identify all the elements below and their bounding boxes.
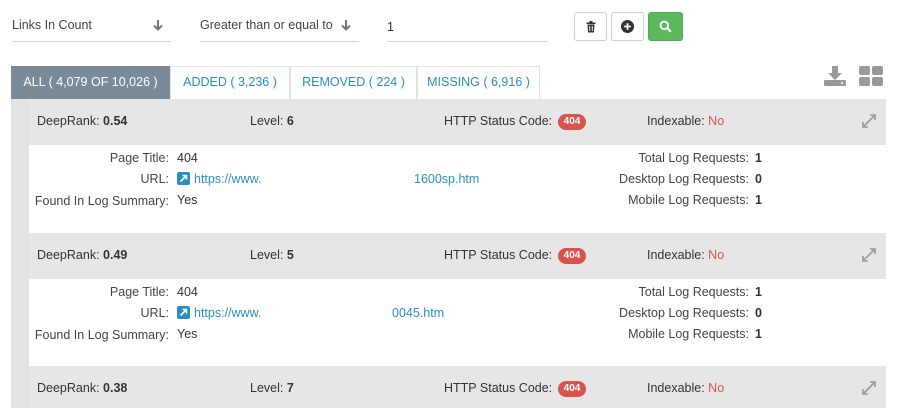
level-field: Level: 5: [250, 248, 294, 262]
tab-added[interactable]: ADDED ( 3,236 ): [170, 66, 290, 99]
external-link-icon[interactable]: [177, 306, 190, 319]
expand-icon[interactable]: [862, 248, 876, 262]
deeprank-label: DeepRank:: [37, 248, 100, 262]
total-log-requests-label: Total Log Requests:: [638, 151, 750, 165]
level-value: 7: [286, 381, 294, 395]
url-link-start[interactable]: https://www.: [194, 172, 261, 186]
expand-icon[interactable]: [862, 381, 876, 395]
results-panel: DeepRank: 0.54 Level: 6 HTTP Status Code…: [11, 99, 886, 408]
url-label: URL:: [140, 172, 169, 186]
result-header: DeepRank: 0.38 Level: 7 HTTP Status Code…: [29, 366, 886, 408]
tab-removed[interactable]: REMOVED ( 224 ): [290, 66, 417, 99]
level-field: Level: 7: [250, 381, 294, 395]
url-value: https://www.: [177, 306, 261, 320]
arrow-down-icon: [341, 20, 351, 31]
add-filter-button[interactable]: [611, 12, 644, 41]
external-link-icon[interactable]: [177, 172, 190, 185]
filter-field-select[interactable]: Links In Count: [12, 12, 171, 42]
total-log-requests-value: 1: [755, 151, 762, 165]
deeprank-value: 0.38: [103, 381, 128, 395]
result-item: DeepRank: 0.38 Level: 7 HTTP Status Code…: [29, 366, 886, 408]
download-icon[interactable]: [823, 66, 847, 86]
page-title-value: 404: [177, 285, 198, 299]
filter-operator-value: Greater than or equal to: [200, 18, 333, 32]
found-in-log-summary-value: Yes: [177, 327, 198, 341]
desktop-log-requests-value: 0: [755, 172, 762, 186]
http-status-field: HTTP Status Code: 404: [444, 114, 587, 130]
url-link-start[interactable]: https://www.: [194, 306, 261, 320]
total-log-requests-value: 1: [755, 285, 762, 299]
deeprank-field: DeepRank: 0.38: [37, 381, 127, 395]
deeprank-field: DeepRank: 0.49: [37, 248, 127, 262]
desktop-log-requests-label: Desktop Log Requests:: [619, 172, 749, 186]
found-in-log-summary-label: Found In Log Summary:: [34, 328, 169, 342]
indexable-label: Indexable:: [647, 248, 705, 262]
level-label: Level:: [250, 114, 284, 128]
url-link-end[interactable]: 0045.htm: [392, 306, 444, 320]
http-status-label: HTTP Status Code:: [444, 248, 553, 262]
mobile-log-requests-value: 1: [755, 193, 762, 207]
expand-icon[interactable]: [862, 114, 876, 128]
status-badge: 404: [557, 248, 587, 264]
grid-view-icon[interactable]: [859, 66, 884, 86]
http-status-field: HTTP Status Code: 404: [444, 381, 587, 397]
indexable-value: No: [708, 248, 725, 262]
delete-filter-button[interactable]: [574, 12, 607, 41]
url-label: URL:: [140, 306, 169, 320]
result-details: Page Title: 404 URL: https://www. 1600sp…: [29, 145, 886, 233]
deeprank-value: 0.54: [103, 114, 128, 128]
http-status-label: HTTP Status Code:: [444, 114, 553, 128]
found-in-log-summary-value: Yes: [177, 193, 198, 207]
result-tabs: ALL ( 4,079 OF 10,026 ) ADDED ( 3,236 ) …: [11, 66, 540, 99]
http-status-label: HTTP Status Code:: [444, 381, 553, 395]
indexable-value: No: [708, 381, 725, 395]
url-value: https://www.: [177, 172, 261, 186]
page-title-value: 404: [177, 151, 198, 165]
result-item: DeepRank: 0.49 Level: 5 HTTP Status Code…: [29, 233, 886, 367]
filter-value-input[interactable]: [387, 12, 548, 42]
deeprank-label: DeepRank:: [37, 114, 100, 128]
mobile-log-requests-label: Mobile Log Requests:: [628, 193, 749, 207]
filter-field-value: Links In Count: [12, 18, 92, 32]
mobile-log-requests-label: Mobile Log Requests:: [628, 327, 749, 341]
indexable-value: No: [708, 114, 725, 128]
level-value: 6: [286, 114, 294, 128]
desktop-log-requests-label: Desktop Log Requests:: [619, 306, 749, 320]
result-header: DeepRank: 0.49 Level: 5 HTTP Status Code…: [29, 233, 886, 279]
page-title-label: Page Title:: [109, 151, 169, 165]
status-badge: 404: [557, 114, 587, 130]
mobile-log-requests-value: 1: [755, 327, 762, 341]
indexable-field: Indexable: No: [647, 114, 724, 128]
plus-circle-icon: [621, 20, 634, 33]
trash-icon: [586, 20, 595, 32]
status-badge: 404: [557, 381, 587, 397]
level-label: Level:: [250, 381, 284, 395]
indexable-label: Indexable:: [647, 381, 705, 395]
level-field: Level: 6: [250, 114, 294, 128]
result-header: DeepRank: 0.54 Level: 6 HTTP Status Code…: [29, 99, 886, 145]
search-button[interactable]: [648, 12, 683, 41]
url-link-end[interactable]: 1600sp.htm: [414, 172, 479, 186]
page-title-label: Page Title:: [109, 285, 169, 299]
search-icon: [659, 20, 672, 33]
filter-bar: Links In Count Greater than or equal to: [0, 0, 897, 56]
indexable-label: Indexable:: [647, 114, 705, 128]
deeprank-label: DeepRank:: [37, 381, 100, 395]
level-label: Level:: [250, 248, 284, 262]
tab-missing[interactable]: MISSING ( 6,916 ): [417, 66, 540, 99]
http-status-field: HTTP Status Code: 404: [444, 248, 587, 264]
filter-operator-select[interactable]: Greater than or equal to: [200, 12, 359, 42]
desktop-log-requests-value: 0: [755, 306, 762, 320]
deeprank-field: DeepRank: 0.54: [37, 114, 127, 128]
arrow-down-icon: [153, 20, 163, 31]
level-value: 5: [286, 248, 294, 262]
result-item: DeepRank: 0.54 Level: 6 HTTP Status Code…: [29, 99, 886, 233]
indexable-field: Indexable: No: [647, 381, 724, 395]
found-in-log-summary-label: Found In Log Summary:: [34, 194, 169, 208]
total-log-requests-label: Total Log Requests:: [638, 285, 750, 299]
tab-all[interactable]: ALL ( 4,079 OF 10,026 ): [11, 66, 170, 99]
indexable-field: Indexable: No: [647, 248, 724, 262]
result-details: Page Title: 404 URL: https://www. 0045.h…: [29, 279, 886, 367]
deeprank-value: 0.49: [103, 248, 128, 262]
